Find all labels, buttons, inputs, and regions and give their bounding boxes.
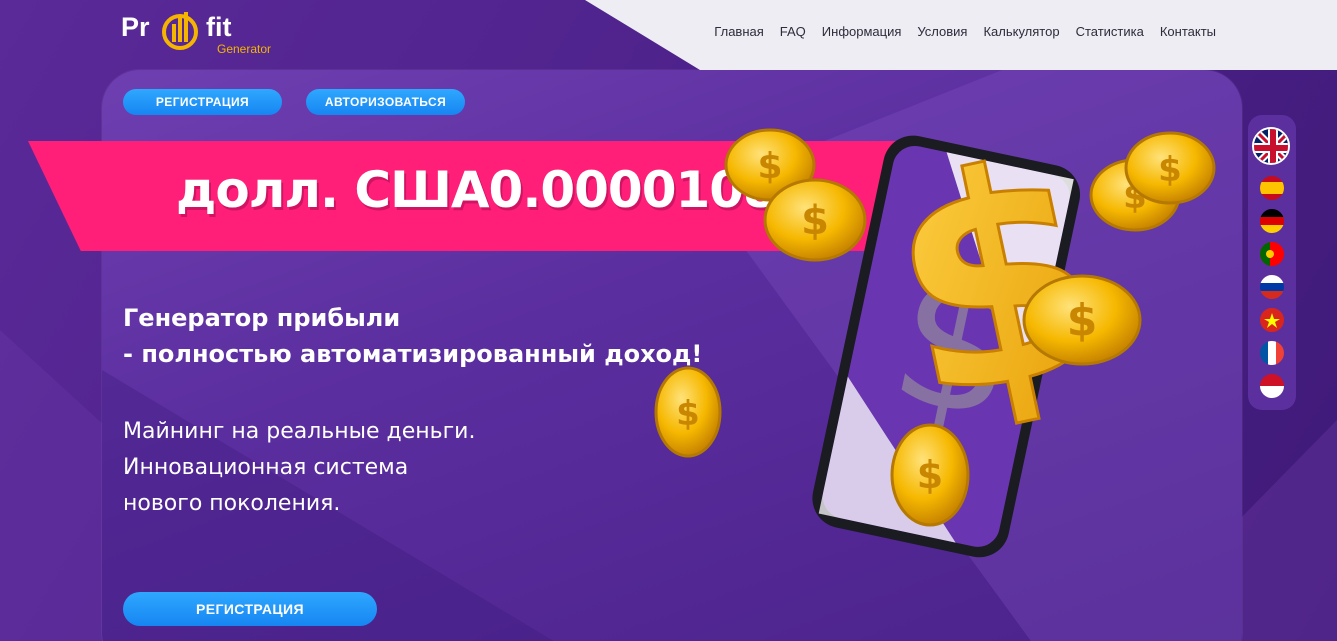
de-flag-icon[interactable]	[1260, 209, 1284, 233]
logo-subtitle: Generator	[217, 42, 272, 56]
language-selector	[1248, 115, 1296, 410]
uk-flag-icon[interactable]	[1252, 127, 1290, 165]
fr-flag-icon[interactable]	[1260, 341, 1284, 365]
headline-line1: Генератор прибыли	[123, 304, 401, 332]
nav-statistics[interactable]: Статистика	[1076, 24, 1144, 39]
nav-home[interactable]: Главная	[714, 24, 763, 39]
top-navigation: Главная FAQ Информация Условия Калькулят…	[714, 24, 1216, 39]
register-button-top[interactable]: РЕГИСТРАЦИЯ	[123, 89, 282, 115]
logo-text-part1: Pr	[121, 12, 150, 42]
vn-flag-icon[interactable]	[1260, 308, 1284, 332]
subtext-line2: Инновационная система	[123, 455, 409, 480]
svg-text:$: $	[1158, 150, 1182, 190]
subtext-line1: Майнинг на реальные деньги.	[123, 419, 476, 444]
id-flag-icon[interactable]	[1260, 374, 1284, 398]
svg-text:$: $	[676, 394, 700, 434]
es-flag-icon[interactable]	[1260, 176, 1284, 200]
phone-coins-illustration: $ $ $ $ $ $ $ $ $	[654, 120, 1216, 558]
logo-text-part2: fit	[206, 12, 232, 42]
site-logo[interactable]: Pr fit Generator	[121, 10, 296, 60]
hero-subtext: Майнинг на реальные деньги. Инновационна…	[123, 414, 475, 522]
svg-text:$: $	[801, 198, 829, 244]
hero-headline: Генератор прибыли - полностью автоматизи…	[123, 300, 702, 372]
svg-text:$: $	[917, 453, 943, 497]
nav-calculator[interactable]: Калькулятор	[983, 24, 1059, 39]
ru-flag-icon[interactable]	[1260, 275, 1284, 299]
nav-contacts[interactable]: Контакты	[1160, 24, 1216, 39]
pt-flag-icon[interactable]	[1260, 242, 1284, 266]
subtext-line3: нового поколения.	[123, 491, 341, 516]
authorize-button[interactable]: АВТОРИЗОВАТЬСЯ	[306, 89, 465, 115]
register-button-bottom[interactable]: РЕГИСТРАЦИЯ	[123, 592, 377, 626]
svg-text:$: $	[1067, 295, 1098, 346]
nav-terms[interactable]: Условия	[917, 24, 967, 39]
nav-faq[interactable]: FAQ	[780, 24, 806, 39]
bar-chart-logo-icon	[162, 12, 198, 50]
nav-info[interactable]: Информация	[822, 24, 902, 39]
headline-line2: - полностью автоматизированный доход!	[123, 340, 703, 368]
svg-text:$: $	[757, 146, 782, 187]
